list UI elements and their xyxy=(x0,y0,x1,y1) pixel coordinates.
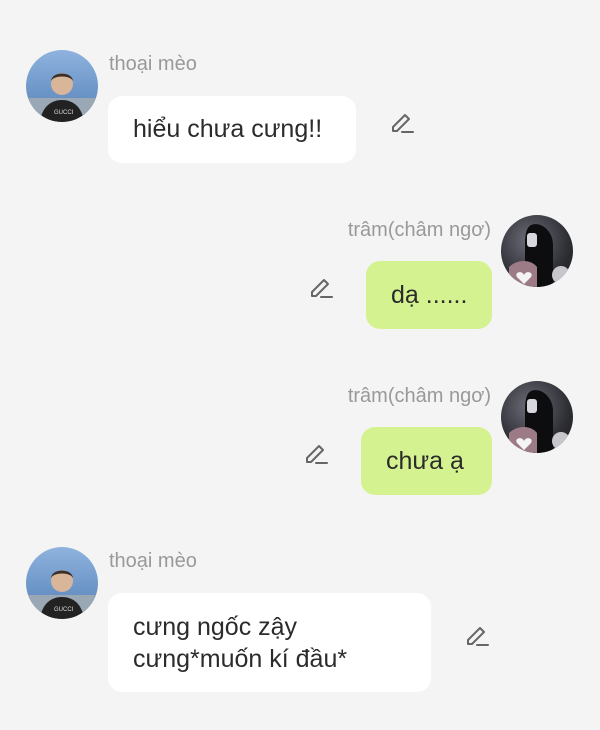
edit-icon[interactable] xyxy=(388,108,414,134)
message-text-line: cưng*muốn kí đầu* xyxy=(133,645,348,673)
message-text-line: cưng ngốc zậy xyxy=(133,613,298,641)
avatar[interactable]: GUCCI xyxy=(26,50,98,122)
sender-name: thoại mèo xyxy=(109,53,197,75)
message-text: chưa ạ xyxy=(386,447,464,475)
message-text: hiểu chưa cưng!! xyxy=(133,115,323,143)
message-bubble[interactable]: chưa ạ xyxy=(361,427,492,495)
edit-icon[interactable] xyxy=(302,439,328,465)
avatar[interactable] xyxy=(501,215,573,287)
sender-name: trâm(châm ngơ) xyxy=(347,219,491,241)
message-bubble[interactable]: hiểu chưa cưng!! xyxy=(108,96,356,163)
edit-icon[interactable] xyxy=(307,273,333,299)
avatar[interactable]: GUCCI xyxy=(26,547,98,619)
message-text: dạ ...... xyxy=(391,281,468,309)
message-bubble[interactable]: cưng ngốc zậy cưng*muốn kí đầu* xyxy=(108,593,431,692)
message-row: GUCCI thoại mèo cưng ngốc zậy cưng*muốn … xyxy=(0,510,600,730)
edit-icon[interactable] xyxy=(463,621,489,647)
avatar[interactable] xyxy=(501,381,573,453)
sender-name: trâm(châm ngơ) xyxy=(347,385,491,407)
svg-text:GUCCI: GUCCI xyxy=(54,607,74,613)
message-bubble[interactable]: dạ ...... xyxy=(366,261,492,329)
message-row: trâm(châm ngơ) dạ ...... xyxy=(0,170,600,340)
message-row: GUCCI thoại mèo hiểu chưa cưng!! xyxy=(0,0,600,170)
svg-text:GUCCI: GUCCI xyxy=(54,110,74,116)
message-row: trâm(châm ngơ) chưa ạ xyxy=(0,340,600,510)
sender-name: thoại mèo xyxy=(109,550,197,572)
